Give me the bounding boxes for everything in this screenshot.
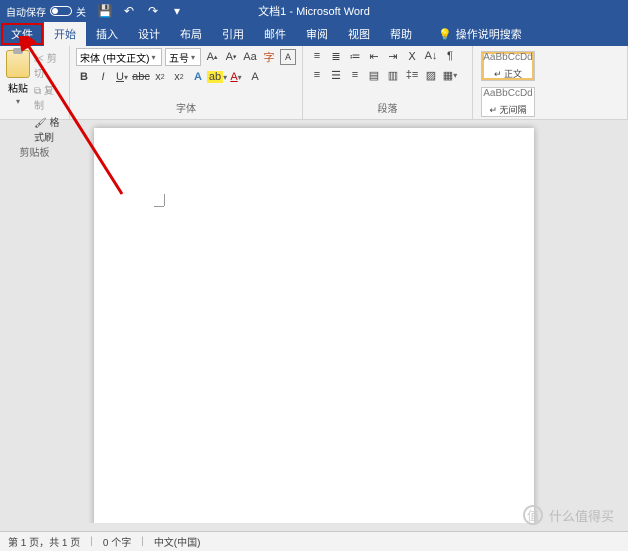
- font-group-label: 字体: [76, 100, 296, 117]
- tab-home[interactable]: 开始: [44, 22, 86, 46]
- group-font: 宋体 (中文正文)▾ 五号▾ A▴ A▾ Aa 字 A B I U▾ abc x…: [70, 46, 303, 119]
- style-no-spacing[interactable]: AaBbCcDd ↵ 无间隔: [481, 87, 535, 117]
- sort-icon[interactable]: A↓: [423, 48, 439, 64]
- style-name-nospace: ↵ 无间隔: [489, 103, 526, 116]
- document-page[interactable]: [94, 128, 534, 523]
- align-center-icon[interactable]: ☰: [328, 67, 344, 83]
- lightbulb-icon: 💡: [438, 28, 452, 41]
- save-icon[interactable]: 💾: [98, 4, 112, 18]
- decrease-indent-icon[interactable]: ⇤: [366, 48, 382, 64]
- shading-icon[interactable]: ▨: [423, 67, 439, 83]
- borders-icon[interactable]: ▦▾: [442, 67, 458, 83]
- font-family-select[interactable]: 宋体 (中文正文)▾: [76, 48, 162, 66]
- tab-references[interactable]: 引用: [212, 22, 254, 46]
- paste-button[interactable]: 粘贴 ▾: [6, 48, 30, 144]
- strikethrough-icon[interactable]: abc: [133, 69, 149, 85]
- group-styles: AaBbCcDd ↵ 正文 AaBbCcDd ↵ 无间隔: [473, 46, 628, 119]
- status-page[interactable]: 第 1 页，共 1 页: [8, 534, 80, 549]
- text-effects-icon[interactable]: A: [190, 69, 206, 85]
- tell-me-search[interactable]: 💡 操作说明搜索: [428, 22, 532, 46]
- justify-icon[interactable]: ▤: [366, 67, 382, 83]
- watermark-text: 什么值得买: [549, 506, 614, 525]
- tab-review[interactable]: 审阅: [296, 22, 338, 46]
- tab-file[interactable]: 文件: [1, 23, 43, 45]
- character-shading-icon[interactable]: A: [247, 69, 263, 85]
- align-right-icon[interactable]: ≡: [347, 67, 363, 83]
- asian-layout-icon[interactable]: Ⅹ: [404, 48, 420, 64]
- cut-button[interactable]: ✂ 剪切: [34, 50, 63, 80]
- numbering-icon[interactable]: ≣: [328, 48, 344, 64]
- paste-label: 粘贴: [8, 80, 28, 95]
- highlight-icon[interactable]: ab▾: [209, 69, 225, 85]
- style-name-normal: ↵ 正文: [494, 67, 522, 80]
- tab-layout[interactable]: 布局: [170, 22, 212, 46]
- distributed-icon[interactable]: ▥: [385, 67, 401, 83]
- shrink-font-icon[interactable]: A▾: [223, 49, 239, 65]
- paragraph-group-label: 段落: [309, 100, 466, 117]
- bullets-icon[interactable]: ≡: [309, 48, 325, 64]
- tab-design[interactable]: 设计: [128, 22, 170, 46]
- group-clipboard: 粘贴 ▾ ✂ 剪切 ⧉ 复制 🖌 格式刷 剪贴板: [0, 46, 70, 119]
- watermark-icon: 值: [523, 505, 543, 525]
- watermark: 值 什么值得买: [523, 505, 614, 525]
- bold-icon[interactable]: B: [76, 69, 92, 85]
- status-words[interactable]: 0 个字: [103, 534, 131, 549]
- superscript-icon[interactable]: x2: [171, 69, 187, 85]
- line-spacing-icon[interactable]: ‡≡: [404, 67, 420, 83]
- chevron-down-icon: ▾: [16, 97, 20, 106]
- style-sample: AaBbCcDd: [483, 88, 532, 99]
- undo-icon[interactable]: ↶: [122, 4, 136, 18]
- group-paragraph: ≡ ≣ ≔ ⇤ ⇥ Ⅹ A↓ ¶ ≡ ☰ ≡ ▤ ▥ ‡≡ ▨ ▦▾ 段落: [303, 46, 473, 119]
- font-size-select[interactable]: 五号▾: [165, 48, 201, 66]
- tab-insert[interactable]: 插入: [86, 22, 128, 46]
- autosave-state: 关: [76, 4, 86, 19]
- show-marks-icon[interactable]: ¶: [442, 48, 458, 64]
- change-case-icon[interactable]: Aa: [242, 49, 258, 65]
- paste-icon: [6, 50, 30, 78]
- subscript-icon[interactable]: x2: [152, 69, 168, 85]
- phonetic-guide-icon[interactable]: 字: [261, 49, 277, 65]
- customize-qat-icon[interactable]: ▾: [170, 4, 184, 18]
- increase-indent-icon[interactable]: ⇥: [385, 48, 401, 64]
- tab-help[interactable]: 帮助: [380, 22, 422, 46]
- document-workspace[interactable]: [0, 120, 628, 523]
- status-language[interactable]: 中文(中国): [154, 534, 201, 549]
- text-cursor: [164, 194, 176, 206]
- align-left-icon[interactable]: ≡: [309, 67, 325, 83]
- grow-font-icon[interactable]: A▴: [204, 49, 220, 65]
- title-bar: 自动保存 关 💾 ↶ ↷ ▾ 文档1 - Microsoft Word: [0, 0, 628, 22]
- copy-button[interactable]: ⧉ 复制: [34, 82, 63, 112]
- style-sample: AaBbCcDd: [483, 52, 532, 63]
- quick-access-toolbar: 💾 ↶ ↷ ▾: [98, 4, 184, 18]
- italic-icon[interactable]: I: [95, 69, 111, 85]
- autosave-toggle[interactable]: 自动保存 关: [6, 4, 86, 19]
- tell-me-label: 操作说明搜索: [456, 26, 522, 42]
- ribbon-tabs: 文件 开始 插入 设计 布局 引用 邮件 审阅 视图 帮助 💡 操作说明搜索: [0, 22, 628, 46]
- format-painter-button[interactable]: 🖌 格式刷: [34, 114, 63, 144]
- tab-view[interactable]: 视图: [338, 22, 380, 46]
- font-color-icon[interactable]: A▾: [228, 69, 244, 85]
- redo-icon[interactable]: ↷: [146, 4, 160, 18]
- clear-formatting-icon[interactable]: A: [280, 49, 296, 65]
- multilevel-list-icon[interactable]: ≔: [347, 48, 363, 64]
- tab-mailings[interactable]: 邮件: [254, 22, 296, 46]
- ribbon: 粘贴 ▾ ✂ 剪切 ⧉ 复制 🖌 格式刷 剪贴板 宋体 (中文正文)▾ 五号▾ …: [0, 46, 628, 120]
- status-bar: 第 1 页，共 1 页 | 0 个字 | 中文(中国): [0, 531, 628, 551]
- window-title: 文档1 - Microsoft Word: [258, 3, 370, 19]
- style-normal[interactable]: AaBbCcDd ↵ 正文: [481, 51, 535, 81]
- underline-icon[interactable]: U▾: [114, 69, 130, 85]
- autosave-label: 自动保存: [6, 4, 46, 19]
- clipboard-group-label: 剪贴板: [6, 144, 63, 161]
- toggle-icon: [50, 6, 72, 16]
